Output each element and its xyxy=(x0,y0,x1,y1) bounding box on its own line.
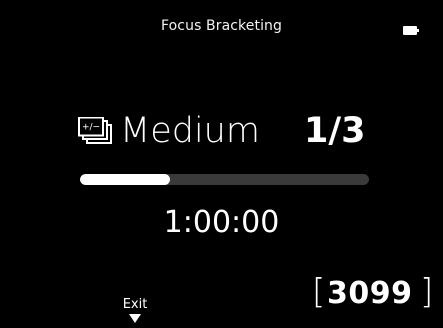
focus-bracketing-icon-text: +/− xyxy=(82,123,100,133)
screen-title: Focus Bracketing xyxy=(160,18,283,34)
focus-bracketing-icon: +/− xyxy=(78,117,112,144)
exit-label: Exit xyxy=(122,297,148,312)
timer-value: 1:00:00 xyxy=(163,205,280,240)
bracket-mode-label: Medium xyxy=(120,111,260,151)
shot-counter: 1/3 xyxy=(304,111,366,151)
progress-bar xyxy=(80,174,369,185)
shots-remaining-count: 3099 xyxy=(327,276,413,311)
down-arrow-icon xyxy=(129,314,141,323)
bracket-right: ] xyxy=(420,272,434,312)
exit-button[interactable]: Exit xyxy=(112,297,158,323)
battery-icon xyxy=(403,26,419,35)
bracket-left: [ xyxy=(312,272,326,312)
progress-bar-fill xyxy=(80,174,170,185)
bracket-mode-row: +/− Medium 1/3 xyxy=(0,107,443,157)
